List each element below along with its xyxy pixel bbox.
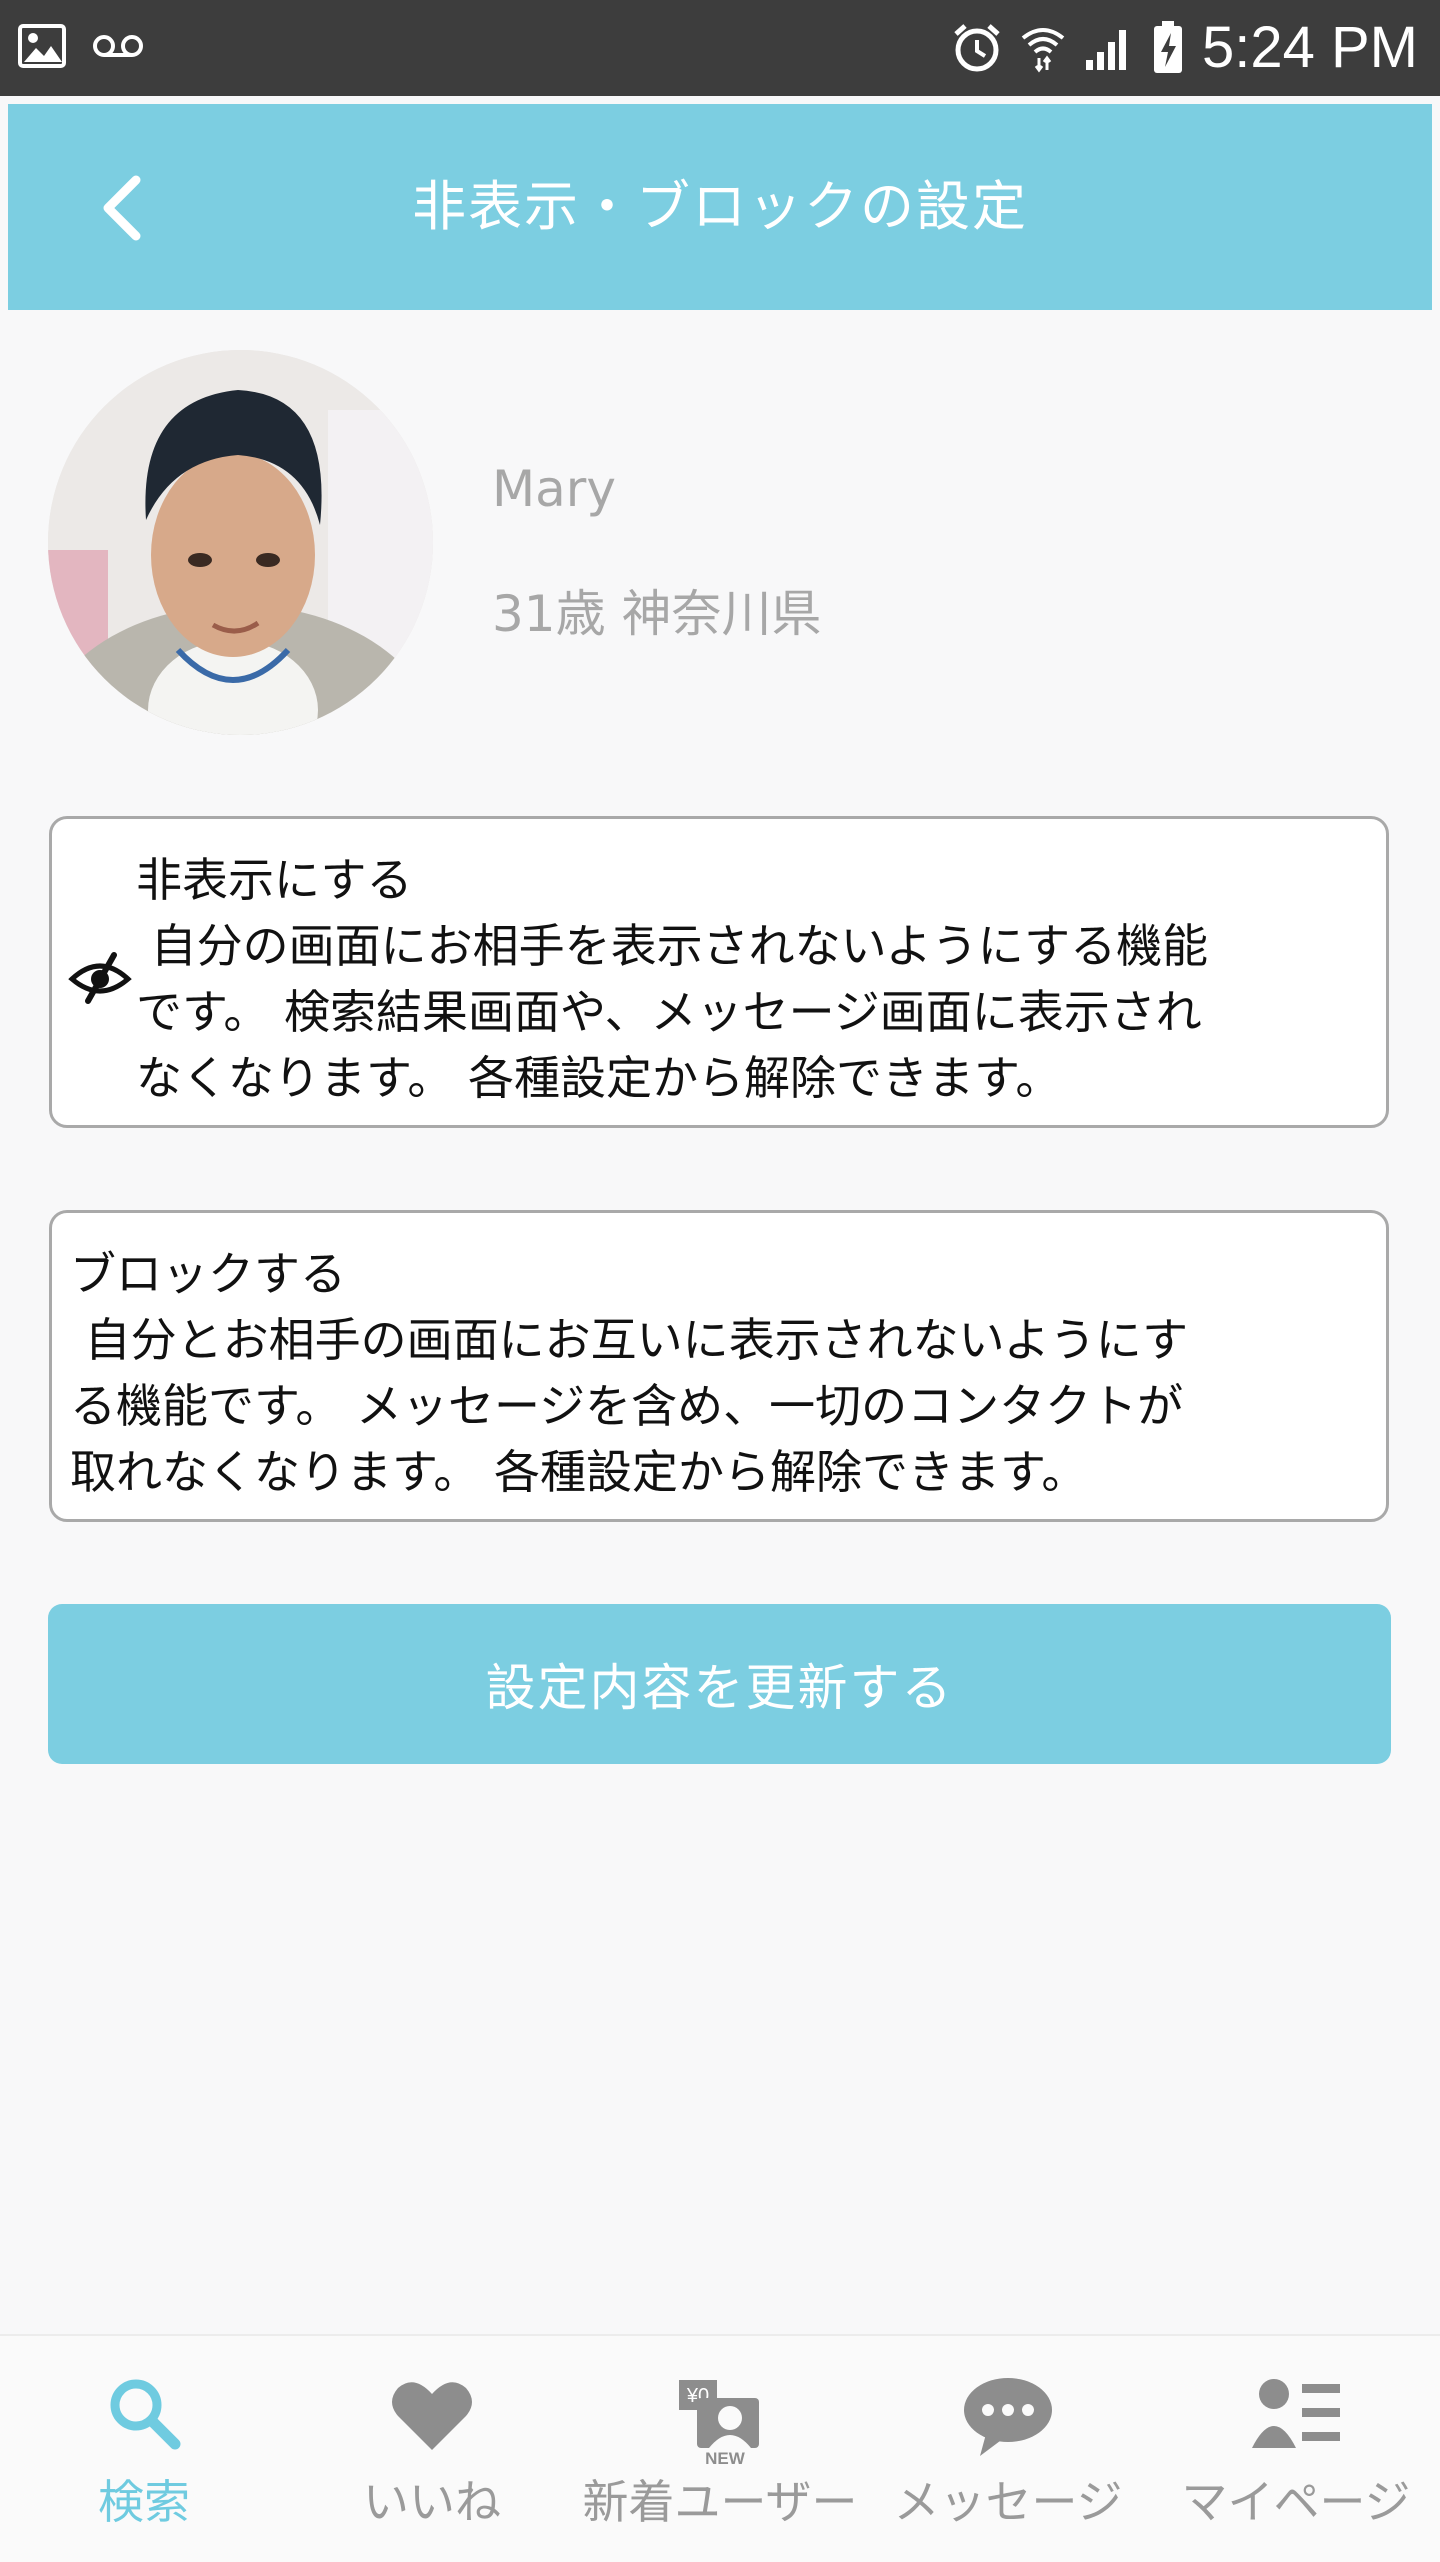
hide-option[interactable]: 非表示にする 自分の画面にお相手を表示されないようにする機能 です。 検索結果画… <box>49 816 1389 1128</box>
hide-option-desc-line-1: 自分の画面にお相手を表示されないようにする機能 <box>136 919 1209 973</box>
status-time: 5:24 PM <box>1202 15 1418 80</box>
hide-option-text: 非表示にする 自分の画面にお相手を表示されないようにする機能 です。 検索結果画… <box>136 847 1208 1111</box>
nav-item-messages[interactable]: メッセージ <box>864 2336 1152 2562</box>
page-title: 非表示・ブロックの設定 <box>412 175 1028 238</box>
search-icon <box>110 2379 181 2450</box>
new-user-icon: ¥0 NEW <box>679 2380 759 2466</box>
block-option-text: ブロックする 自分とお相手の画面にお互いに表示されないようにす る機能です。 メ… <box>70 1241 1188 1505</box>
voicemail-icon <box>92 32 144 60</box>
block-option-desc-line-1: 自分とお相手の画面にお互いに表示されないようにす <box>70 1313 1189 1367</box>
hide-option-title: 非表示にする <box>136 853 413 907</box>
app-header: 非表示・ブロックの設定 <box>8 104 1432 310</box>
alarm-icon <box>952 22 1002 74</box>
chat-bubble-icon <box>964 2378 1052 2456</box>
status-bar: 5:24 PM <box>0 0 1440 96</box>
nav-label-search: 検索 <box>98 2475 190 2529</box>
nav-item-likes[interactable]: いいね <box>288 2336 576 2562</box>
profile-list-icon <box>1252 2379 1340 2448</box>
bottom-nav: 検索 いいね ¥0 NEW 新着ユーザー メッセージ マイページ <box>0 2334 1440 2562</box>
nav-label-likes: いいね <box>363 2475 501 2529</box>
nav-item-my-page[interactable]: マイページ <box>1152 2336 1440 2562</box>
image-notification-icon <box>18 24 66 68</box>
heart-icon <box>392 2382 472 2450</box>
nav-item-new-users[interactable]: ¥0 NEW 新着ユーザー <box>576 2336 864 2562</box>
new-user-icon-new-tag: NEW <box>705 2449 746 2466</box>
signal-icon <box>1084 24 1134 72</box>
block-option-desc-line-2: る機能です。 メッセージを含め、一切のコンタクトが <box>70 1379 1184 1433</box>
block-option-title: ブロックする <box>70 1247 346 1301</box>
nav-label-messages: メッセージ <box>893 2475 1123 2529</box>
profile-age-location: 31歳 神奈川県 <box>492 585 822 643</box>
nav-item-search[interactable]: 検索 <box>0 2336 288 2562</box>
battery-charging-icon <box>1152 21 1184 75</box>
block-option[interactable]: ブロックする 自分とお相手の画面にお互いに表示されないようにす る機能です。 メ… <box>49 1210 1389 1522</box>
hide-option-desc-line-2: です。 検索結果画面や、メッセージ画面に表示され <box>136 985 1202 1039</box>
eye-slash-icon <box>68 952 132 1004</box>
block-option-desc-line-3: 取れなくなります。 各種設定から解除できます。 <box>70 1445 1088 1499</box>
hide-option-desc-line-3: なくなります。 各種設定から解除できます。 <box>136 1051 1062 1105</box>
profile-name: Mary <box>492 460 616 518</box>
update-settings-button[interactable]: 設定内容を更新する <box>48 1604 1391 1764</box>
nav-label-my-page: マイページ <box>1181 2475 1411 2529</box>
wifi-icon <box>1020 22 1066 74</box>
avatar <box>48 350 433 735</box>
nav-label-new-users: 新着ユーザー <box>582 2475 858 2529</box>
